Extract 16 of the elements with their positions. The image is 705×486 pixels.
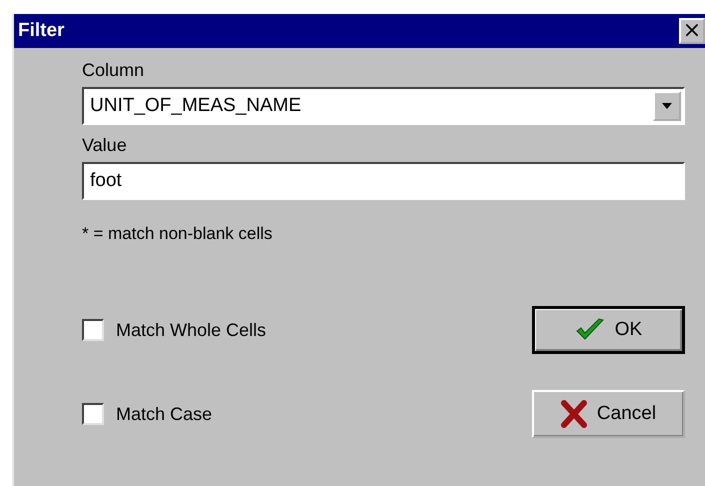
column-dropdown[interactable]: UNIT_OF_MEAS_NAME	[82, 87, 685, 125]
caret-icon	[662, 103, 672, 109]
close-button[interactable]: ×	[679, 18, 705, 44]
value-field[interactable]: foot	[82, 162, 685, 200]
field-label: Value	[82, 135, 127, 156]
hint-text: * = match non-blank cells	[82, 224, 272, 244]
cancel-button[interactable]: Cancel	[532, 390, 685, 438]
checkbox[interactable]	[82, 403, 104, 425]
cross-icon	[560, 400, 587, 428]
checkbox-option[interactable]: Match Case	[82, 403, 212, 425]
ok-button[interactable]: OK	[532, 306, 685, 354]
dropdown-button[interactable]	[653, 91, 681, 121]
checkbox-option[interactable]: Match Whole Cells	[82, 319, 266, 341]
window-title: Filter	[18, 20, 64, 42]
field-label: Column	[82, 60, 144, 81]
checkbox[interactable]	[82, 319, 104, 341]
